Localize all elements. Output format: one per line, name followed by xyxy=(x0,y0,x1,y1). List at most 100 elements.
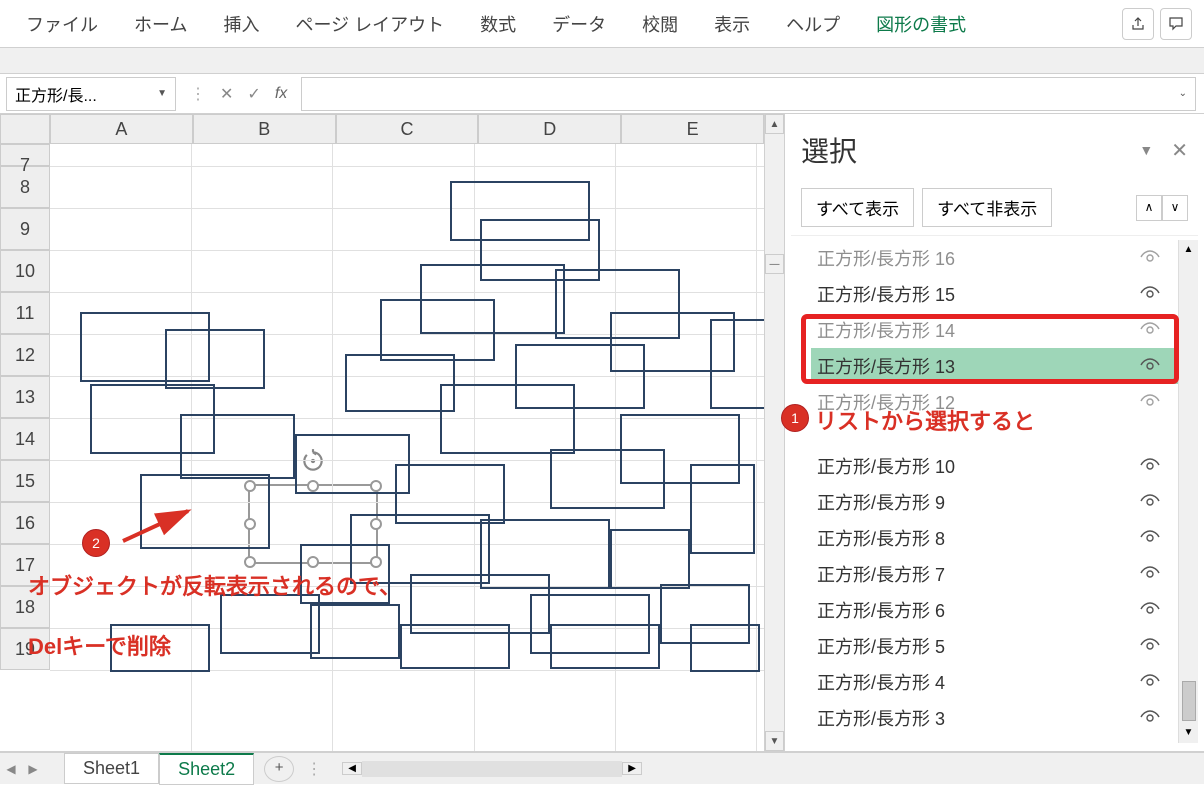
scroll-down-icon[interactable]: ▼ xyxy=(765,731,784,751)
scroll-up-icon[interactable]: ▲ xyxy=(765,114,784,134)
selection-item[interactable]: 正方形/長方形 3 xyxy=(811,700,1178,736)
rectangle-shape[interactable] xyxy=(220,594,320,654)
tab-view[interactable]: 表示 xyxy=(700,3,764,45)
rectangle-shape[interactable] xyxy=(380,299,495,361)
scroll-left-icon[interactable]: ◀ xyxy=(342,762,362,775)
cancel-icon[interactable]: ✕ xyxy=(220,84,233,104)
chevron-down-icon[interactable]: ⌄ xyxy=(1179,88,1187,99)
selection-item[interactable]: 正方形/長方形 6 xyxy=(811,592,1178,628)
rectangle-shape[interactable] xyxy=(550,449,665,509)
sheet-tab-1[interactable]: Sheet1 xyxy=(64,753,159,784)
horizontal-scrollbar[interactable]: ◀ ▶ xyxy=(342,761,642,777)
eye-icon[interactable] xyxy=(1140,492,1160,513)
rectangle-shape[interactable] xyxy=(440,384,575,454)
eye-icon[interactable] xyxy=(1140,672,1160,693)
chevron-down-icon[interactable]: ▼ xyxy=(1139,142,1153,158)
rectangle-shape[interactable] xyxy=(345,354,455,412)
scroll-right-icon[interactable]: ▶ xyxy=(622,762,642,775)
selection-item[interactable]: 正方形/長方形 8 xyxy=(811,520,1178,556)
name-box[interactable]: 正方形/長... ▼ xyxy=(6,77,176,111)
next-sheet-icon[interactable]: ▶ xyxy=(22,762,44,776)
rectangle-shape[interactable] xyxy=(550,624,660,669)
tab-formulas[interactable]: 数式 xyxy=(466,3,530,45)
tab-data[interactable]: データ xyxy=(538,3,620,45)
close-icon[interactable]: ✕ xyxy=(1171,138,1188,163)
eye-icon[interactable] xyxy=(1140,284,1160,305)
sheet-tab-2[interactable]: Sheet2 xyxy=(159,753,254,785)
tab-page-layout[interactable]: ページ レイアウト xyxy=(281,3,458,45)
selection-list[interactable]: 正方形/長方形 16正方形/長方形 15正方形/長方形 14正方形/長方形 13… xyxy=(791,240,1178,743)
rectangle-shape[interactable] xyxy=(90,384,215,454)
tab-shape-format[interactable]: 図形の書式 xyxy=(862,3,980,45)
comments-icon[interactable] xyxy=(1160,8,1192,40)
tab-file[interactable]: ファイル xyxy=(12,3,112,45)
tab-insert[interactable]: 挿入 xyxy=(209,3,273,45)
col-header-D[interactable]: D xyxy=(478,114,621,144)
row-header-16[interactable]: 16 xyxy=(0,502,50,544)
row-header-7[interactable]: 7 xyxy=(0,144,50,166)
selection-item[interactable]: 正方形/長方形 2 xyxy=(811,736,1178,743)
eye-icon[interactable] xyxy=(1140,248,1160,269)
move-down-icon[interactable]: ∨ xyxy=(1162,195,1188,221)
scroll-down-icon[interactable]: ▼ xyxy=(1179,723,1198,743)
selection-item[interactable]: 正方形/長方形 14 xyxy=(811,312,1178,348)
eye-icon[interactable] xyxy=(1140,708,1160,729)
accept-icon[interactable]: ✓ xyxy=(247,84,260,104)
eye-icon[interactable] xyxy=(1140,320,1160,341)
formula-input[interactable]: ⌄ xyxy=(301,77,1196,111)
col-header-B[interactable]: B xyxy=(193,114,336,144)
tab-review[interactable]: 校閲 xyxy=(628,3,692,45)
eye-icon[interactable] xyxy=(1140,564,1160,585)
row-header-10[interactable]: 10 xyxy=(0,250,50,292)
resize-handle[interactable] xyxy=(244,556,256,568)
scroll-up-icon[interactable]: ▲ xyxy=(1179,240,1198,260)
show-all-button[interactable]: すべて表示 xyxy=(801,188,914,227)
row-header-13[interactable]: 13 xyxy=(0,376,50,418)
col-header-E[interactable]: E xyxy=(621,114,764,144)
dots-icon[interactable]: ⋮ xyxy=(306,759,322,779)
rectangle-shape[interactable] xyxy=(690,464,755,554)
rectangle-shape[interactable] xyxy=(400,624,510,669)
pane-scrollbar[interactable]: ▲ ▼ xyxy=(1178,240,1198,743)
eye-icon[interactable] xyxy=(1140,456,1160,477)
selection-item[interactable]: 正方形/長方形 9 xyxy=(811,484,1178,520)
row-header-9[interactable]: 9 xyxy=(0,208,50,250)
selection-item[interactable]: 正方形/長方形 15 xyxy=(811,276,1178,312)
hide-all-button[interactable]: すべて非表示 xyxy=(922,188,1052,227)
move-up-icon[interactable]: ∧ xyxy=(1136,195,1162,221)
add-sheet-button[interactable]: + xyxy=(264,756,294,782)
selection-item[interactable]: 正方形/長方形 10 xyxy=(811,448,1178,484)
col-header-C[interactable]: C xyxy=(336,114,479,144)
col-header-A[interactable]: A xyxy=(50,114,193,144)
sheet-content[interactable]: A B C D E 78910111213141516171819 xyxy=(0,114,764,751)
prev-sheet-icon[interactable]: ◀ xyxy=(0,762,22,776)
eye-icon[interactable] xyxy=(1140,392,1160,413)
scroll-track[interactable] xyxy=(362,761,622,777)
rectangle-shape[interactable] xyxy=(690,624,760,672)
split-top-icon[interactable]: — xyxy=(765,254,784,274)
selection-item[interactable]: 正方形/長方形 13 xyxy=(811,348,1178,384)
eye-icon[interactable] xyxy=(1140,356,1160,377)
share-icon[interactable] xyxy=(1122,8,1154,40)
selection-item[interactable]: 正方形/長方形 7 xyxy=(811,556,1178,592)
rectangle-shape[interactable] xyxy=(310,604,400,659)
select-all-corner[interactable] xyxy=(0,114,50,144)
eye-icon[interactable] xyxy=(1140,636,1160,657)
tab-help[interactable]: ヘルプ xyxy=(772,3,854,45)
rectangle-shape[interactable] xyxy=(295,434,410,494)
rectangle-shape[interactable] xyxy=(710,319,764,409)
selection-item[interactable]: 正方形/長方形 16 xyxy=(811,240,1178,276)
tab-home[interactable]: ホーム xyxy=(120,3,201,45)
scroll-thumb[interactable] xyxy=(1182,681,1196,721)
selection-item[interactable]: 正方形/長方形 4 xyxy=(811,664,1178,700)
row-header-8[interactable]: 8 xyxy=(0,166,50,208)
row-header-12[interactable]: 12 xyxy=(0,334,50,376)
row-header-14[interactable]: 14 xyxy=(0,418,50,460)
eye-icon[interactable] xyxy=(1140,600,1160,621)
rectangle-shape[interactable] xyxy=(610,529,690,589)
selection-item[interactable]: 正方形/長方形 5 xyxy=(811,628,1178,664)
vertical-scrollbar[interactable]: ▲ — ▼ xyxy=(764,114,784,751)
dots-icon[interactable]: ⋮ xyxy=(190,84,206,104)
chevron-down-icon[interactable]: ▼ xyxy=(157,88,167,99)
fx-icon[interactable]: fx xyxy=(275,85,287,103)
